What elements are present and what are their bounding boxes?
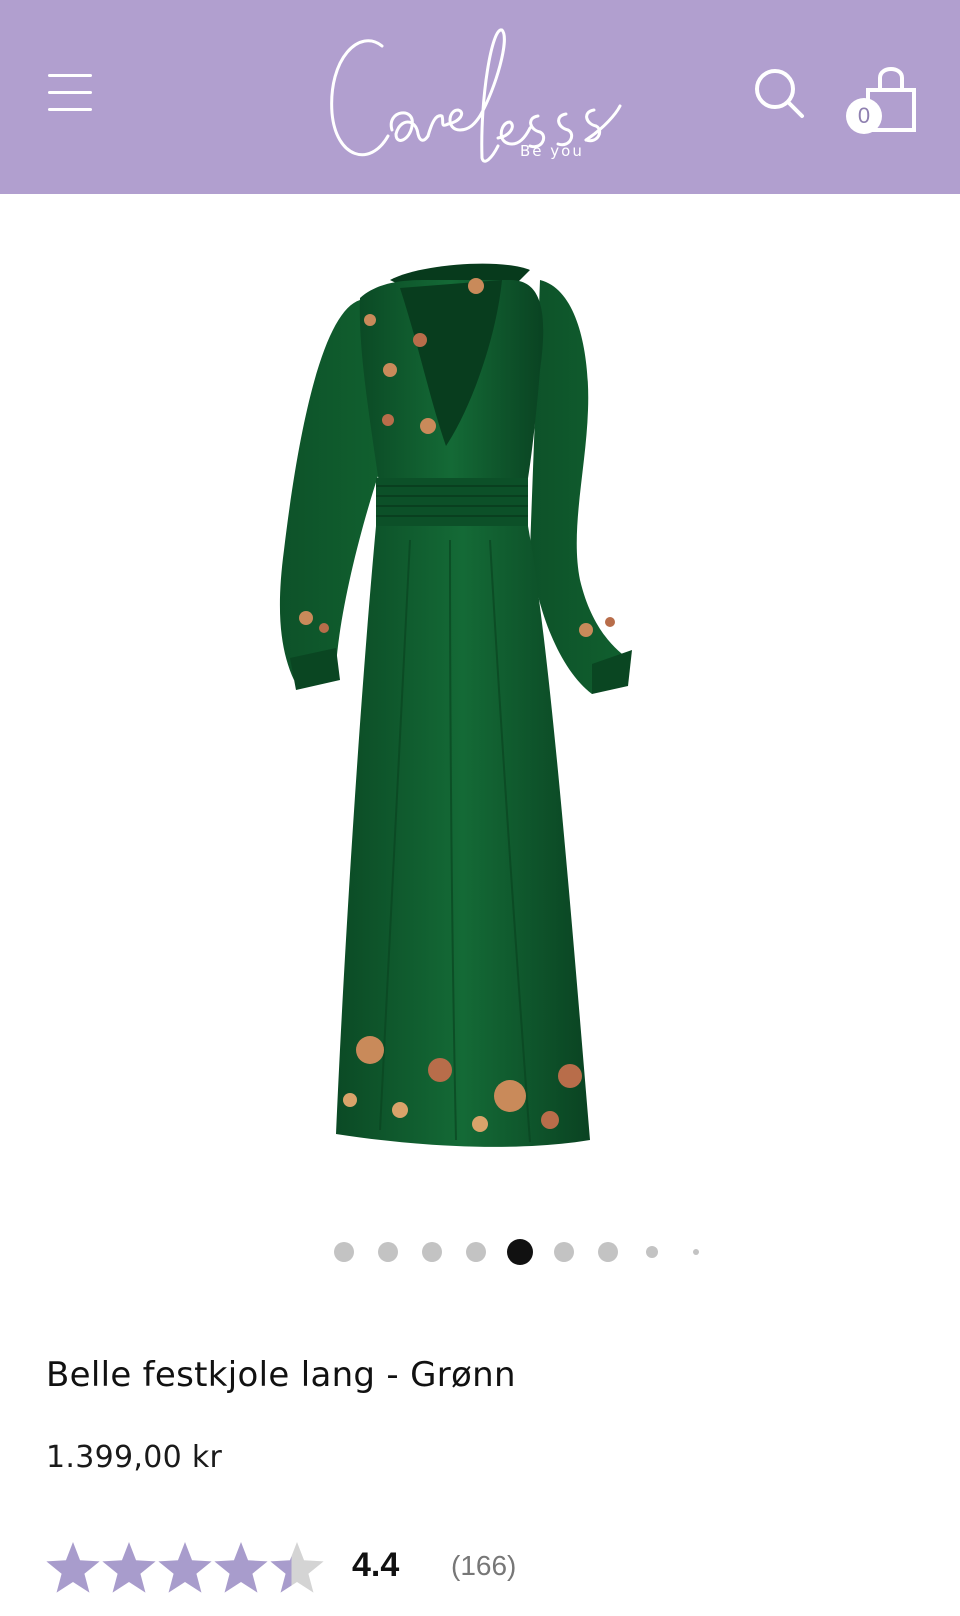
- carousel-dot[interactable]: [466, 1242, 486, 1262]
- search-icon: [755, 69, 804, 118]
- rating-stars[interactable]: [46, 1540, 336, 1600]
- star-icon: [214, 1542, 268, 1593]
- image-carousel-indicators: [330, 1238, 720, 1268]
- carousel-dot[interactable]: [378, 1242, 398, 1262]
- star-icon: [158, 1542, 212, 1593]
- product-price: 1.399,00 kr: [46, 1440, 223, 1475]
- logo-tagline: Be you: [520, 142, 584, 160]
- star-icon: [46, 1542, 100, 1593]
- carousel-dot[interactable]: [422, 1242, 442, 1262]
- hamburger-menu-icon: [44, 68, 96, 118]
- review-count[interactable]: (166): [451, 1550, 516, 1582]
- star-icon: [270, 1542, 324, 1593]
- carousel-dot[interactable]: [334, 1242, 354, 1262]
- dress-photo: [279, 263, 632, 1147]
- carousel-dot-active[interactable]: [507, 1239, 533, 1265]
- product-rating: 4.4 (166): [46, 1540, 916, 1600]
- careless-logo-graphic: [330, 28, 622, 163]
- carousel-dot[interactable]: [598, 1242, 618, 1262]
- star-icon: [102, 1542, 156, 1593]
- site-header: Be you 0: [0, 0, 960, 194]
- carousel-dot[interactable]: [646, 1246, 658, 1258]
- cart-button[interactable]: 0: [842, 60, 922, 136]
- product-image[interactable]: [240, 250, 720, 1180]
- menu-button[interactable]: [44, 68, 96, 118]
- carousel-dot[interactable]: [693, 1249, 699, 1255]
- search-button[interactable]: [752, 66, 808, 122]
- carousel-dot[interactable]: [554, 1242, 574, 1262]
- product-title: Belle festkjole lang - Grønn: [46, 1355, 516, 1395]
- rating-value: 4.4: [352, 1546, 400, 1584]
- cart-count-badge: 0: [846, 98, 882, 134]
- brand-logo[interactable]: Be you: [320, 18, 640, 178]
